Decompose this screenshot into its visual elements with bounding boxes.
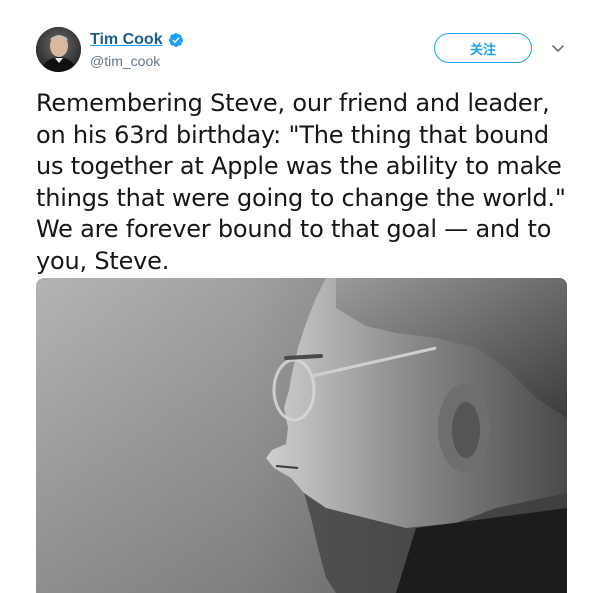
tweet-photo[interactable] bbox=[36, 278, 567, 593]
avatar[interactable] bbox=[36, 27, 81, 72]
tweet-card: Tim Cook @tim_cook 关注 Remembering Steve,… bbox=[0, 0, 600, 593]
author-handle[interactable]: @tim_cook bbox=[90, 53, 160, 69]
verified-badge-icon bbox=[168, 33, 183, 47]
chevron-down-icon[interactable] bbox=[550, 40, 566, 56]
author-display-name[interactable]: Tim Cook bbox=[90, 31, 163, 49]
portrait-photo bbox=[36, 278, 567, 593]
follow-button[interactable]: 关注 bbox=[434, 33, 532, 63]
avatar-photo-icon bbox=[36, 27, 81, 72]
tweet-text: Remembering Steve, our friend and leader… bbox=[36, 89, 566, 275]
author-name-row: Tim Cook bbox=[90, 30, 184, 50]
